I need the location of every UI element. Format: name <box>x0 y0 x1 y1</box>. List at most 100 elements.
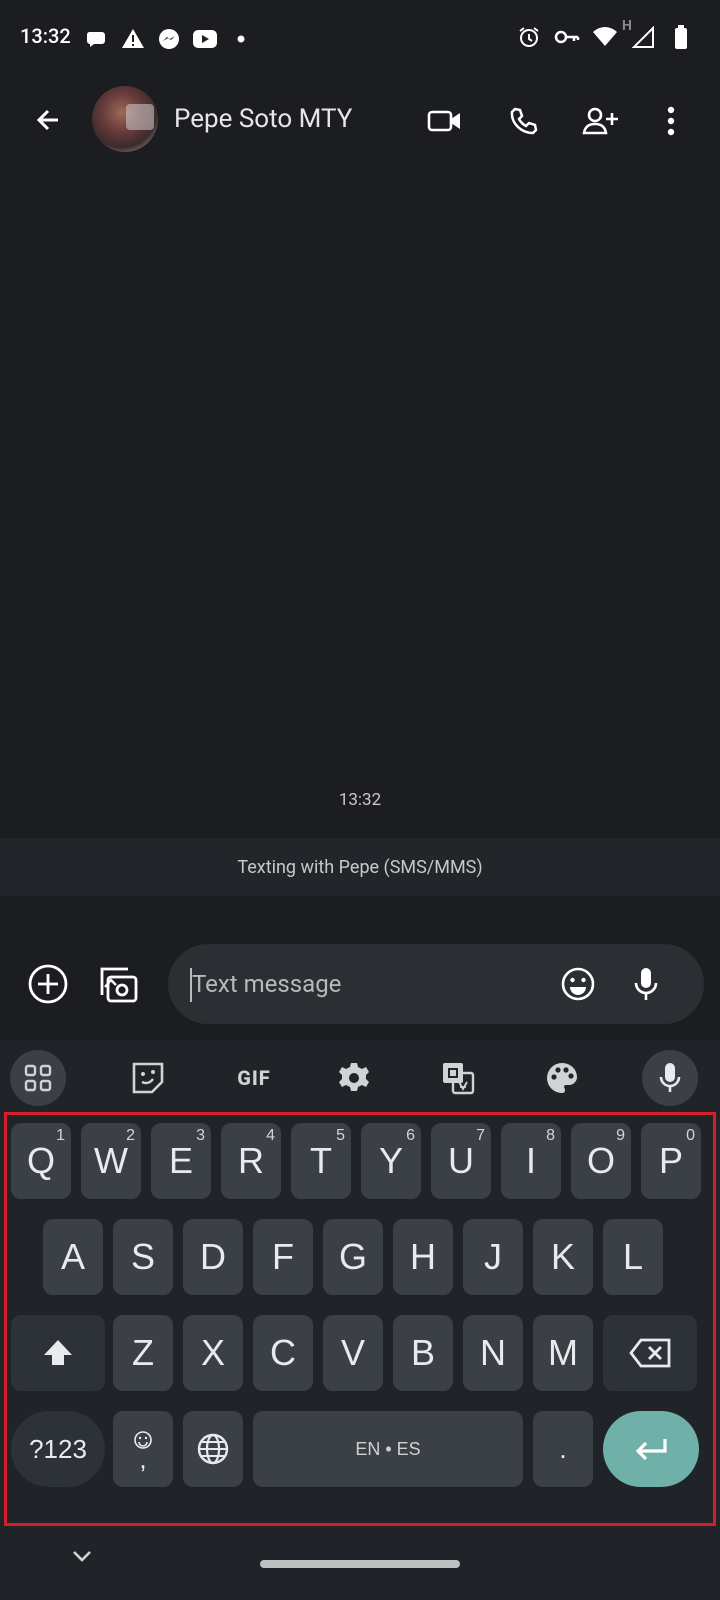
message-text-field[interactable] <box>168 944 704 1024</box>
key-s[interactable]: S <box>113 1219 173 1295</box>
key-a[interactable]: A <box>43 1219 103 1295</box>
key-number-hint: 3 <box>196 1127 205 1144</box>
period-key-label: . <box>559 1433 567 1464</box>
key-number-hint: 5 <box>336 1127 345 1144</box>
add-person-button[interactable] <box>576 96 626 146</box>
navigation-bar <box>0 1520 720 1600</box>
hide-keyboard-button[interactable] <box>62 1536 102 1576</box>
key-d-label: D <box>200 1236 226 1277</box>
key-w-label: W <box>94 1140 128 1181</box>
key-r-label: R <box>238 1140 264 1181</box>
key-q[interactable]: Q1 <box>11 1123 71 1199</box>
key-p[interactable]: P0 <box>641 1123 701 1199</box>
key-y[interactable]: Y6 <box>361 1123 421 1199</box>
keyboard-keys-area: Q 1 W 2 E 3 R 4 T 5 Y 6 U 7 I 8 O 9 P 0 A S D F G H J K L Z X C V B N M ?123… <box>4 1112 716 1526</box>
backspace-key[interactable] <box>603 1315 697 1391</box>
key-number-hint: 1 <box>56 1127 65 1144</box>
key-m-label: M <box>548 1332 578 1373</box>
key-e[interactable]: E3 <box>151 1123 211 1199</box>
space-key[interactable]: EN • ES <box>253 1411 523 1487</box>
key-d[interactable]: D <box>183 1219 243 1295</box>
sms-mode-banner: Texting with Pepe (SMS/MMS) <box>0 838 720 896</box>
keyboard-settings-button[interactable] <box>326 1050 382 1106</box>
key-c[interactable]: C <box>253 1315 313 1391</box>
key-b[interactable]: B <box>393 1315 453 1391</box>
vpn-key-icon <box>554 24 580 50</box>
voice-typing-button[interactable] <box>642 1050 698 1106</box>
microphone-icon <box>634 968 658 1000</box>
key-g[interactable]: G <box>323 1219 383 1295</box>
key-u-label: U <box>448 1140 474 1181</box>
add-attachment-button[interactable] <box>22 958 74 1010</box>
home-gesture-handle[interactable] <box>260 1560 460 1568</box>
key-c-label: C <box>270 1332 296 1373</box>
key-t[interactable]: T5 <box>291 1123 351 1199</box>
compose-bar <box>0 940 720 1026</box>
key-w[interactable]: W2 <box>81 1123 141 1199</box>
sms-mode-text: Texting with Pepe (SMS/MMS) <box>237 856 483 878</box>
wifi-icon <box>592 24 618 50</box>
key-r[interactable]: R4 <box>221 1123 281 1199</box>
key-h-label: H <box>410 1236 436 1277</box>
key-k-label: K <box>550 1236 575 1277</box>
gallery-camera-button[interactable] <box>92 958 144 1010</box>
key-j-label: J <box>484 1236 502 1277</box>
key-x[interactable]: X <box>183 1315 243 1391</box>
message-timestamp: 13:32 <box>338 790 382 810</box>
emoji-button[interactable] <box>552 958 604 1010</box>
shift-key[interactable] <box>11 1315 105 1391</box>
symbols-key[interactable]: ?123 <box>11 1411 105 1487</box>
key-q-label: Q <box>26 1140 55 1181</box>
back-button[interactable] <box>24 96 72 144</box>
comma-emoji-key[interactable]: , <box>113 1411 173 1487</box>
translate-icon <box>443 1063 475 1095</box>
key-i[interactable]: I8 <box>501 1123 561 1199</box>
messenger-icon <box>156 26 182 52</box>
video-call-button[interactable] <box>420 96 470 146</box>
voice-call-button[interactable] <box>498 96 548 146</box>
key-j[interactable]: J <box>463 1219 523 1295</box>
key-v[interactable]: V <box>323 1315 383 1391</box>
translate-button[interactable] <box>430 1050 486 1106</box>
microphone-icon <box>659 1063 681 1092</box>
chat-bubble-icon <box>84 26 110 52</box>
contact-avatar[interactable] <box>92 86 158 152</box>
sticker-button[interactable] <box>120 1050 176 1106</box>
cell-signal-icon <box>632 26 654 48</box>
key-p-label: P <box>658 1140 683 1181</box>
more-options-button[interactable] <box>646 96 696 146</box>
apps-grid-button[interactable] <box>10 1050 66 1106</box>
key-u[interactable]: U7 <box>431 1123 491 1199</box>
key-f[interactable]: F <box>253 1219 313 1295</box>
warning-icon <box>120 26 146 52</box>
key-m[interactable]: M <box>533 1315 593 1391</box>
key-z[interactable]: Z <box>113 1315 173 1391</box>
app-bar: Pepe Soto MTY <box>0 78 720 164</box>
key-number-hint: 9 <box>616 1127 625 1144</box>
language-switch-key[interactable] <box>183 1411 243 1487</box>
enter-icon <box>635 1439 667 1461</box>
key-h[interactable]: H <box>393 1219 453 1295</box>
symbols-key-label: ?123 <box>29 1433 87 1464</box>
key-o[interactable]: O9 <box>571 1123 631 1199</box>
enter-key[interactable] <box>603 1411 699 1487</box>
gif-button[interactable]: GIF <box>224 1050 284 1106</box>
key-s-label: S <box>130 1236 155 1277</box>
theme-button[interactable] <box>534 1050 590 1106</box>
contact-name[interactable]: Pepe Soto MTY <box>174 104 352 134</box>
message-input[interactable] <box>192 944 552 1024</box>
key-k[interactable]: K <box>533 1219 593 1295</box>
text-caret <box>190 968 192 1002</box>
key-y-label: Y <box>378 1140 403 1181</box>
key-i-label: I <box>525 1140 536 1181</box>
video-camera-icon <box>427 110 460 132</box>
space-key-label: EN • ES <box>355 1438 421 1459</box>
voice-message-button[interactable] <box>620 958 672 1010</box>
key-n[interactable]: N <box>463 1315 523 1391</box>
more-vert-icon <box>667 106 675 136</box>
period-key[interactable]: . <box>533 1411 593 1487</box>
key-o-label: O <box>586 1140 615 1181</box>
key-l[interactable]: L <box>603 1219 663 1295</box>
key-number-hint: 2 <box>126 1127 135 1144</box>
keyboard: GIF Q1W2E3R4T5Y6U7I8O9P0ASDFGHJKLZXCVBNM… <box>0 1040 720 1600</box>
